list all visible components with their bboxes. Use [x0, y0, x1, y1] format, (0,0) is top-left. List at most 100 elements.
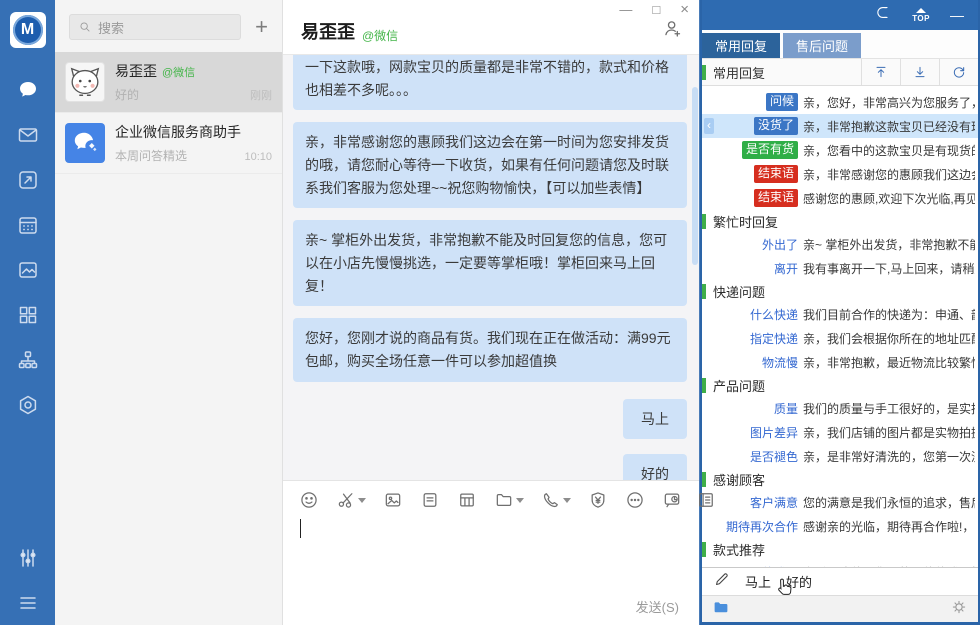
close-button[interactable]: ×	[680, 2, 689, 18]
reply-tag[interactable]: 没货了	[754, 117, 798, 134]
mail-icon[interactable]	[16, 123, 40, 147]
reply-item[interactable]: 是否褪色 亲，是非常好清洗的，您第一次洗的...	[702, 444, 978, 468]
reply-item[interactable]: 图片差异 亲，我们店铺的图片都是实物拍摄的...	[702, 420, 978, 444]
reply-text: 感谢您的惠顾,欢迎下次光临,再见。	[803, 190, 975, 207]
gear-icon[interactable]	[950, 598, 968, 621]
reply-tag[interactable]: 物流慢	[762, 354, 798, 371]
refresh-icon[interactable]	[939, 59, 978, 85]
quick-send-bar: 马上 好的	[702, 567, 978, 595]
search-input[interactable]: 搜索	[69, 14, 241, 40]
quick-button-mashang[interactable]: 马上	[745, 572, 771, 591]
apps-grid-icon[interactable]	[16, 303, 40, 327]
calendar-icon[interactable]	[16, 213, 40, 237]
reply-item-selected[interactable]: ‹ 没货了 亲，非常抱歉这款宝贝已经没有现货了...	[702, 114, 978, 138]
screenshot-dropdown[interactable]	[358, 498, 366, 503]
screenshot-icon[interactable]	[336, 490, 366, 510]
minimize-button[interactable]: —	[619, 2, 632, 18]
edit-pencil-icon[interactable]	[713, 571, 730, 593]
message-input[interactable]	[299, 515, 683, 595]
reply-item[interactable]: 指定快递 亲，我们会根据你所在的地址匹配合...	[702, 326, 978, 350]
chat-history-icon[interactable]	[662, 490, 682, 510]
reply-item[interactable]: 期待再次合作 感谢亲的光临，期待再合作啦!，...	[702, 514, 978, 538]
plugin-icon[interactable]	[16, 393, 40, 417]
workbench-icon[interactable]	[16, 168, 40, 192]
table-icon[interactable]	[457, 490, 477, 510]
panel-minimize-button[interactable]: —	[950, 7, 964, 23]
reply-item[interactable]: 什么快递 我们目前合作的快递为：申通、韵达...	[702, 302, 978, 326]
reply-tag[interactable]: 结束语	[754, 189, 798, 206]
app-logo: M	[10, 12, 46, 48]
reply-tag[interactable]: 结束语	[754, 165, 798, 182]
folder-icon[interactable]	[494, 490, 524, 510]
scroll-to-top-icon[interactable]	[861, 59, 900, 85]
reply-tag[interactable]: 客户满意	[750, 494, 798, 511]
call-icon[interactable]	[541, 490, 571, 510]
call-dropdown[interactable]	[563, 498, 571, 503]
message-bubble[interactable]: 您好，您刚才说的商品有货。我们现在正在做活动：满99元包邮，购买全场任意一件可以…	[293, 318, 687, 381]
message-bubble[interactable]: 亲~ 掌柜外出发货，非常抱歉不能及时回复您的信息，您可以在小店先慢慢挑选，一定要…	[293, 220, 687, 306]
gallery-icon[interactable]	[16, 258, 40, 282]
reply-item[interactable]: 款式一 亲看下这款跟您要的那款款式，板型上...	[702, 560, 978, 567]
chat-item-preview: 本周问答精选	[115, 147, 238, 164]
org-chart-icon[interactable]	[16, 348, 40, 372]
add-chat-button[interactable]: +	[251, 17, 272, 37]
panel-section-header: 常用回复	[702, 58, 978, 86]
message-bubble[interactable]: 亲，非常感谢您的惠顾我们这边会在第一时间为您安排发货的哦，请您耐心等待一下收货，…	[293, 122, 687, 208]
emoji-icon[interactable]	[299, 490, 319, 510]
section-title-text: 常用回复	[713, 63, 765, 82]
reply-item[interactable]: 客户满意 您的满意是我们永恒的追求，售后如...	[702, 490, 978, 514]
chat-item-name: 企业微信服务商助手	[115, 122, 241, 142]
pin-top-toggle[interactable]: TOP	[912, 8, 930, 23]
more-icon[interactable]	[625, 490, 645, 510]
message-list[interactable]: 一下这款哦，网款宝贝的质量都是非常不错的，款式和价格也相差不多呢。。。 亲，非常…	[283, 55, 699, 480]
reply-item[interactable]: 离开 我有事离开一下,马上回来，请稍后。	[702, 256, 978, 280]
message-bubble[interactable]: 一下这款哦，网款宝贝的质量都是非常不错的，款式和价格也相差不多呢。。。	[293, 55, 687, 110]
tab-common-replies[interactable]: 常用回复	[702, 33, 780, 58]
reply-tag[interactable]: 质量	[774, 400, 798, 417]
scroll-to-bottom-icon[interactable]	[900, 59, 939, 85]
tab-aftersales[interactable]: 售后问题	[783, 33, 861, 58]
magnet-icon[interactable]	[875, 4, 892, 26]
reply-tag[interactable]: 图片差异	[750, 424, 798, 441]
reply-item[interactable]: 外出了 亲~ 掌柜外出发货，非常抱歉不能及时...	[702, 232, 978, 256]
section-marker	[702, 472, 706, 487]
reply-tag[interactable]: 离开	[774, 260, 798, 277]
add-member-icon[interactable]	[662, 18, 683, 44]
reply-text: 我们目前合作的快递为：申通、韵达...	[803, 306, 975, 323]
reply-tag[interactable]: 指定快递	[750, 330, 798, 347]
reply-tag[interactable]: 外出了	[762, 236, 798, 253]
folder-dropdown[interactable]	[516, 498, 524, 503]
reply-text: 亲~ 掌柜外出发货，非常抱歉不能及时...	[803, 236, 975, 253]
chat-icon[interactable]	[16, 78, 40, 102]
reply-item[interactable]: 质量 我们的质量与手工很好的，是实拍图，请...	[702, 396, 978, 420]
reply-tag[interactable]: 是否有货	[742, 141, 798, 158]
reply-tag[interactable]: 是否褪色	[750, 448, 798, 465]
send-button[interactable]: 发送(S)	[636, 597, 679, 616]
filter-settings-icon[interactable]	[16, 546, 40, 570]
chat-list-item[interactable]: 企业微信服务商助手 本周问答精选 10:10	[55, 113, 282, 174]
folder-icon[interactable]	[712, 598, 730, 621]
section-title-text: 快递问题	[713, 282, 765, 301]
top-label: TOP	[912, 15, 930, 23]
reply-item[interactable]: 结束语 感谢您的惠顾,欢迎下次光临,再见。	[702, 186, 978, 210]
reply-item[interactable]: 问候 亲，您好，非常高兴为您服务了，有什么...	[702, 90, 978, 114]
reply-tag[interactable]: 问候	[766, 93, 798, 110]
top-arrow-icon	[916, 8, 926, 13]
payment-icon[interactable]	[588, 490, 608, 510]
reply-tag[interactable]: 什么快递	[750, 306, 798, 323]
maximize-button[interactable]: □	[652, 2, 660, 18]
reply-tag[interactable]: 期待再次合作	[726, 518, 798, 535]
message-bubble[interactable]: 马上	[623, 399, 687, 440]
menu-icon[interactable]	[16, 591, 40, 615]
chat-scrollbar[interactable]	[692, 87, 698, 265]
reply-list[interactable]: 问候 亲，您好，非常高兴为您服务了，有什么... ‹ 没货了 亲，非常抱歉这款宝…	[702, 86, 978, 567]
reply-item[interactable]: 结束语 亲，非常感谢您的惠顾我们这边会在第...	[702, 162, 978, 186]
reply-item[interactable]: 是否有货 亲，您看中的这款宝贝是有现货的呢...	[702, 138, 978, 162]
message-bubble[interactable]: 好的	[623, 454, 687, 480]
reply-item[interactable]: 物流慢 亲，非常抱歉，最近物流比较繁忙，发...	[702, 350, 978, 374]
section-header: 感谢顾客	[702, 468, 978, 490]
image-icon[interactable]	[383, 490, 403, 510]
file-icon[interactable]	[420, 490, 440, 510]
chat-list-item[interactable]: 易歪歪 @微信 好的 刚刚	[55, 52, 282, 113]
section-header: 款式推荐	[702, 538, 978, 560]
